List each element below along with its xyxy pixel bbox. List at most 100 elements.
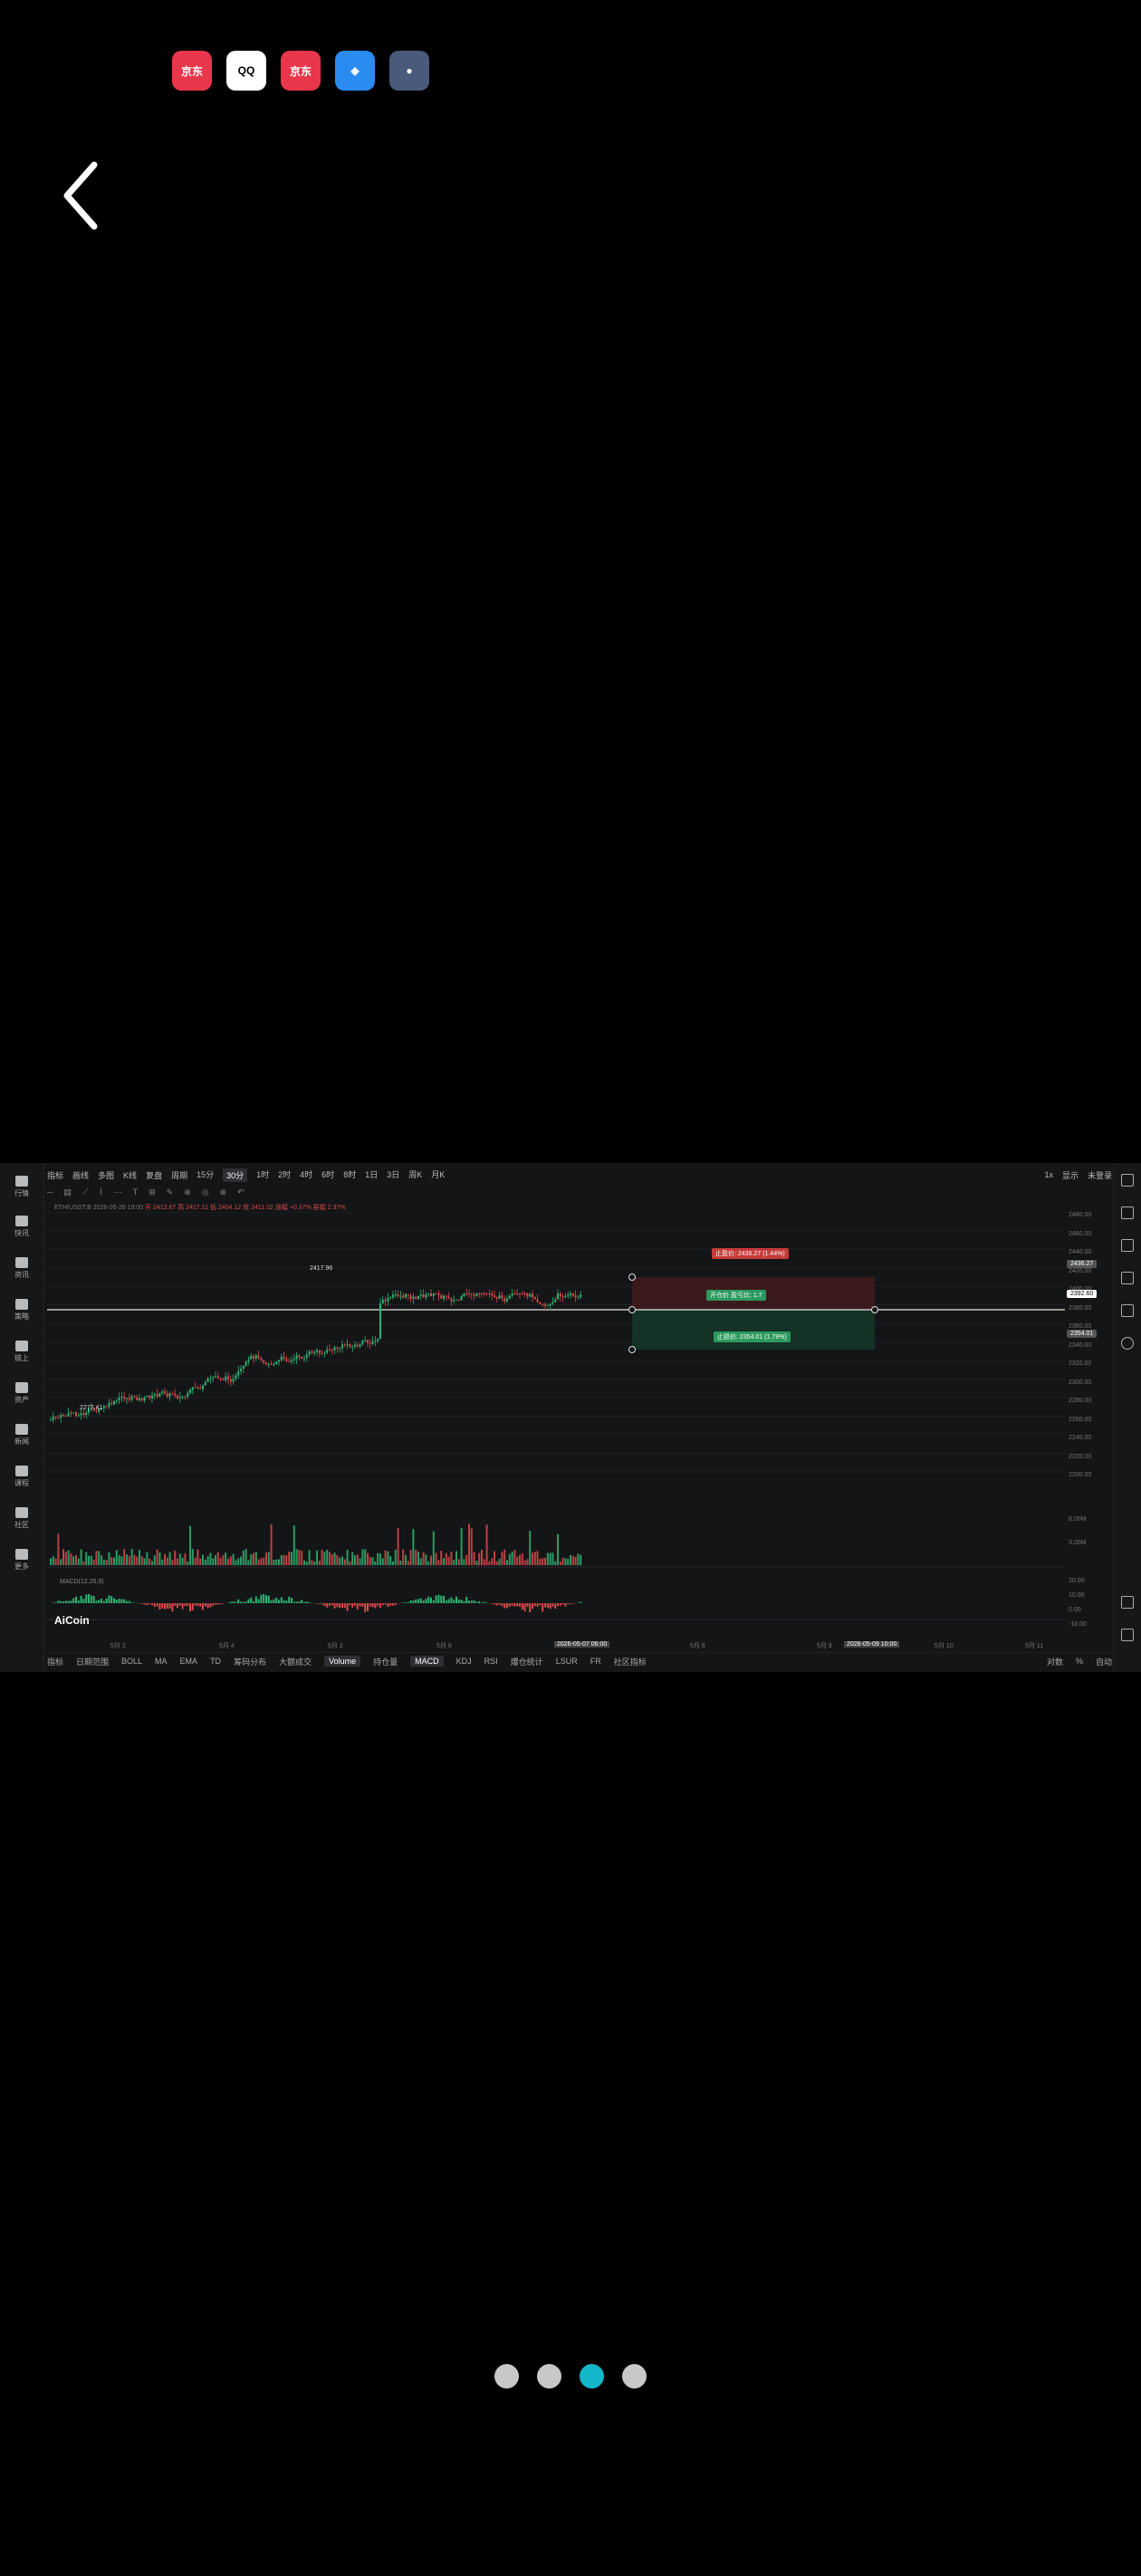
indicator-tab-7[interactable]: 大额成交 bbox=[279, 1656, 312, 1668]
topbar-item[interactable]: 复盘 bbox=[146, 1169, 162, 1181]
indicator-tab-5[interactable]: TD bbox=[210, 1657, 221, 1666]
macd-tick: 0.00 bbox=[1069, 1607, 1081, 1613]
nav-item-courses[interactable]: 课程 bbox=[5, 1466, 38, 1488]
interval-6[interactable]: 8时 bbox=[343, 1168, 356, 1182]
interval-10[interactable]: 月K bbox=[431, 1168, 445, 1182]
indicator-tab-15[interactable]: FR bbox=[590, 1657, 601, 1666]
tool-icon[interactable]: ⊕ bbox=[184, 1187, 191, 1197]
indicator-tab-13[interactable]: 爆仓统计 bbox=[511, 1656, 543, 1668]
drag-handle bbox=[871, 1306, 878, 1313]
candle-body bbox=[278, 1360, 280, 1362]
macd-bar bbox=[267, 1595, 270, 1603]
indicator-tab-16[interactable]: 社区指标 bbox=[614, 1656, 647, 1668]
interval-9[interactable]: 周K bbox=[408, 1168, 422, 1182]
nav-item-market[interactable]: 行情 bbox=[5, 1176, 38, 1198]
chat-icon[interactable] bbox=[1121, 1272, 1134, 1284]
interval-3[interactable]: 2时 bbox=[278, 1168, 291, 1182]
headset-icon[interactable] bbox=[1121, 1629, 1134, 1641]
tool-icon[interactable]: T bbox=[133, 1187, 139, 1197]
indicator-tab-10[interactable]: MACD bbox=[410, 1656, 444, 1667]
tool-icon[interactable]: ⋯ bbox=[114, 1187, 122, 1197]
indicator-tab-12[interactable]: RSI bbox=[484, 1657, 498, 1666]
scale-option-2[interactable]: 自动 bbox=[1096, 1656, 1112, 1668]
nav-item-assets[interactable]: 资产 bbox=[5, 1382, 38, 1405]
indicator-tab-1[interactable]: 日期范围 bbox=[76, 1656, 109, 1668]
jd-app-icon[interactable]: 京东 bbox=[172, 51, 212, 91]
indicator-tab-6[interactable]: 筹码分布 bbox=[234, 1656, 266, 1668]
layout-icon[interactable] bbox=[1121, 1304, 1134, 1317]
interval-0[interactable]: 15分 bbox=[197, 1168, 214, 1182]
macd-bar bbox=[333, 1603, 336, 1609]
macd-bar bbox=[364, 1603, 367, 1612]
tool-icon[interactable]: ⊗ bbox=[220, 1187, 227, 1197]
login-status[interactable]: 未登录 bbox=[1088, 1169, 1112, 1181]
indicator-tab-4[interactable]: EMA bbox=[180, 1657, 198, 1666]
chevron-left-icon[interactable] bbox=[60, 159, 105, 232]
tool-icon[interactable]: ⌇ bbox=[99, 1187, 102, 1197]
topbar-item[interactable]: 指标 bbox=[47, 1169, 63, 1181]
interval-7[interactable]: 1日 bbox=[365, 1168, 378, 1182]
nav-item-more[interactable]: 更多 bbox=[5, 1549, 38, 1572]
candle-body bbox=[544, 1304, 546, 1306]
jd-app-icon[interactable]: 京东 bbox=[281, 51, 321, 91]
list-icon[interactable] bbox=[1121, 1239, 1134, 1252]
indicator-tab-8[interactable]: Volume bbox=[324, 1656, 361, 1667]
interval-5[interactable]: 6时 bbox=[321, 1168, 334, 1182]
page-dot-0[interactable] bbox=[494, 2364, 519, 2389]
qq-app-icon[interactable]: QQ bbox=[226, 51, 266, 91]
browser-app-icon[interactable]: ◈ bbox=[335, 51, 375, 91]
candle-body bbox=[399, 1295, 402, 1297]
tool-icon[interactable]: ↶ bbox=[237, 1187, 244, 1197]
page-dot-2[interactable] bbox=[580, 2364, 604, 2389]
macd-bar bbox=[529, 1603, 532, 1613]
nav-item-onchain[interactable]: 链上 bbox=[5, 1341, 38, 1363]
interval-4[interactable]: 4时 bbox=[300, 1168, 312, 1182]
macd-bar bbox=[110, 1596, 113, 1603]
tool-icon[interactable]: ✎ bbox=[167, 1187, 174, 1197]
nav-item-community[interactable]: 社区 bbox=[5, 1507, 38, 1530]
indicator-tab-9[interactable]: 持仓量 bbox=[373, 1656, 398, 1668]
indicator-tab-11[interactable]: KDJ bbox=[456, 1657, 472, 1666]
topbar-item[interactable]: 画线 bbox=[72, 1169, 89, 1181]
topbar-right-item[interactable]: 1x bbox=[1044, 1170, 1053, 1179]
doc-icon[interactable] bbox=[1121, 1174, 1134, 1187]
candle-body bbox=[551, 1302, 554, 1304]
page-dot-3[interactable] bbox=[622, 2364, 647, 2389]
interval-2[interactable]: 1时 bbox=[256, 1168, 269, 1182]
layers-icon[interactable] bbox=[1121, 1206, 1134, 1219]
topbar-right-item[interactable]: 显示 bbox=[1062, 1169, 1079, 1181]
volume-bar bbox=[184, 1552, 187, 1565]
grid-icon[interactable] bbox=[1121, 1596, 1134, 1609]
tool-icon[interactable]: ⊞ bbox=[149, 1187, 156, 1197]
nav-item-headlines[interactable]: 新闻 bbox=[5, 1424, 38, 1447]
topbar-item[interactable]: 周期 bbox=[171, 1169, 187, 1181]
tool-icon[interactable]: ▤ bbox=[63, 1187, 72, 1197]
macd-bar bbox=[118, 1599, 120, 1603]
topbar-item[interactable]: 多图 bbox=[98, 1169, 114, 1181]
compass-icon[interactable] bbox=[1121, 1337, 1134, 1350]
candle-body bbox=[178, 1397, 181, 1399]
tool-icon[interactable]: ◎ bbox=[202, 1187, 209, 1197]
interval-8[interactable]: 3日 bbox=[387, 1168, 399, 1182]
topbar-item[interactable]: K线 bbox=[123, 1169, 137, 1181]
tool-icon[interactable]: ⟋ bbox=[82, 1187, 88, 1197]
candlestick-chart[interactable] bbox=[47, 1212, 1065, 1638]
interval-1[interactable]: 30分 bbox=[223, 1168, 248, 1182]
volume-bar bbox=[260, 1558, 263, 1565]
scale-option-1[interactable]: % bbox=[1076, 1657, 1083, 1666]
indicator-tab-14[interactable]: LSUR bbox=[556, 1657, 578, 1666]
nav-item-strategy[interactable]: 策略 bbox=[5, 1299, 38, 1322]
indicator-tab-3[interactable]: MA bbox=[155, 1657, 168, 1666]
candle-body bbox=[303, 1358, 305, 1360]
tool-icon[interactable]: ─ bbox=[47, 1187, 53, 1197]
candle-body bbox=[521, 1293, 523, 1294]
indicator-tab-2[interactable]: BOLL bbox=[121, 1657, 142, 1666]
page-dot-1[interactable] bbox=[537, 2364, 561, 2389]
game-app-icon[interactable]: ● bbox=[389, 51, 429, 91]
indicator-tab-0[interactable]: 指标 bbox=[47, 1656, 63, 1668]
nav-item-news[interactable]: 资讯 bbox=[5, 1257, 38, 1280]
candle-body bbox=[419, 1294, 422, 1296]
scale-option-0[interactable]: 对数 bbox=[1047, 1656, 1063, 1668]
nav-item-flash[interactable]: 快讯 bbox=[5, 1216, 38, 1238]
time-tick: 5月 6 bbox=[436, 1643, 452, 1649]
